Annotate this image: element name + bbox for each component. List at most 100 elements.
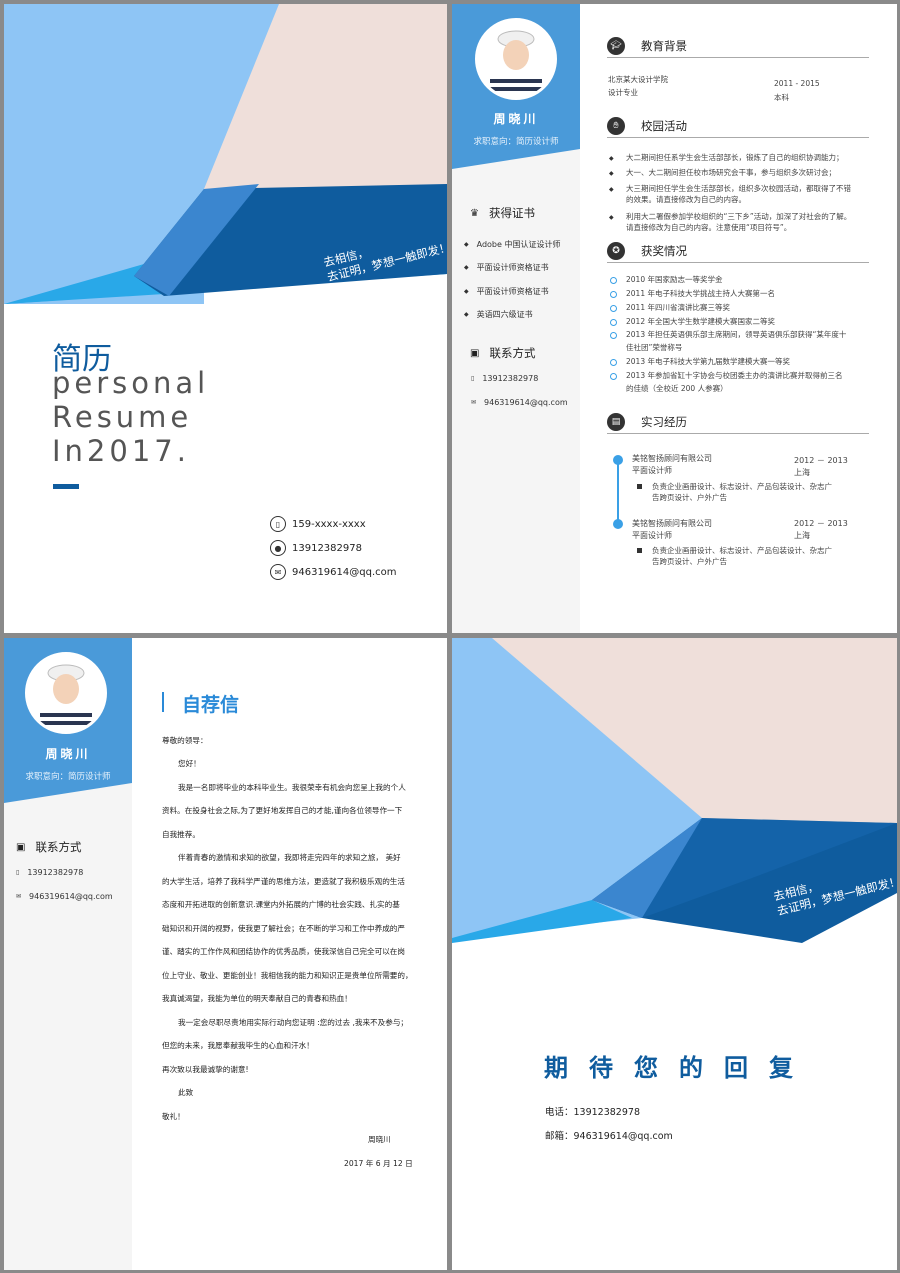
contact-card-icon: ▣ (16, 841, 26, 853)
back-background-shapes (452, 638, 897, 943)
letter-hello: 您好！ (178, 759, 201, 768)
cover-subtitle-line: personal (52, 366, 210, 400)
timeline-dot-icon (613, 455, 623, 465)
cert-text: 平面设计师资格证书 (476, 287, 549, 296)
section-title-text: 联系方式 (35, 840, 82, 854)
job-desc-cont: 告跨页设计、户外广告 (652, 557, 727, 566)
cert-item: ◆ Adobe 中国认证设计师 (464, 239, 560, 250)
award-dot-icon (610, 291, 617, 298)
award-item: 2012 年全国大学生数学建模大赛国家二等奖 (626, 317, 775, 326)
square-bullet-icon (637, 548, 642, 553)
job-desc: 负责企业画册设计、标志设计、产品包装设计、杂志广 (652, 546, 832, 555)
cover-contact-qq: ● 13912382978 (270, 540, 362, 556)
profile-intent: 求职意向：简历设计师 (25, 772, 111, 782)
job-years: 2012 － 2013 (794, 456, 848, 465)
qq-icon: ● (270, 540, 286, 556)
timeline-dot-icon (613, 519, 623, 529)
award-item: 2011 年电子科技大学挑战主持人大赛第一名 (626, 289, 775, 298)
award-dot-icon (610, 332, 617, 339)
job-city: 上海 (794, 531, 810, 540)
contact-text: 13912382978 (292, 542, 362, 554)
sidebar-email: ✉ 946319614@qq.com (471, 398, 568, 407)
cert-item: ◆ 平面设计师资格证书 (464, 286, 549, 297)
email-text: 946319614@qq.com (484, 398, 568, 407)
timeline-line (617, 458, 619, 524)
cover-letter-page: 周晓川 求职意向：简历设计师 ▣ 联系方式 ▯ 13912382978 ✉ 9463… (4, 638, 447, 1270)
section-title-text: 教育背景 (641, 38, 687, 53)
section-title-text: 实习经历 (641, 414, 687, 429)
cover-accent-bar (53, 484, 79, 489)
thanks-heading: 期待您的回复 (544, 1054, 814, 1082)
cover-subtitle-line: In2017. (52, 434, 190, 468)
letter-line: 伴着青春的激情和求知的欲望，我即将走完四年的求知之旅， 美好 (178, 853, 401, 862)
section-title-text: 联系方式 (489, 346, 536, 360)
cover-subtitle-line: Resume (52, 400, 193, 434)
email-text: 946319614@qq.com (29, 892, 113, 901)
square-bullet-icon (637, 484, 642, 489)
contact-text: 159-xxxx-xxxx (292, 518, 366, 530)
diamond-bullet-icon: ◆ (464, 288, 469, 295)
campus-section-title: ✋︎ 校园活动 (607, 114, 869, 138)
avatar (25, 652, 107, 734)
profile-name: 周晓川 (45, 747, 91, 761)
cover-background-shapes (4, 4, 447, 304)
award-dot-icon (610, 359, 617, 366)
letter-closing: 敬礼！ (162, 1112, 185, 1121)
job-role: 平面设计师 (632, 466, 672, 475)
sidebar-phone: ▯ 13912382978 (16, 868, 83, 877)
award-dot-icon (610, 277, 617, 284)
education-years: 2011 - 2015 (774, 79, 820, 88)
section-title-text: 校园活动 (641, 118, 687, 133)
award-dot-icon (610, 373, 617, 380)
education-section-title: 🎓︎ 教育背景 (607, 34, 869, 58)
section-title-text: 获奖情况 (641, 243, 687, 258)
phone-text: 13912382978 (482, 374, 539, 383)
diamond-bullet-icon: ◆ (464, 311, 469, 318)
contact-text: 946319614@qq.com (292, 566, 397, 578)
award-item-cont: 的佳绩（全校近 200 人参赛） (626, 384, 728, 393)
drop-bullet-icon: ◆ (609, 155, 614, 162)
letter-signature: 周晓川 (368, 1135, 391, 1144)
job-desc-cont: 告跨页设计、户外广告 (652, 493, 727, 502)
letter-title: 自荐信 (182, 694, 240, 716)
award-item: 2013 年担任英语俱乐部主席期间，领导英语俱乐部获得“某年度十 (626, 330, 847, 339)
mail-icon: ✉ (16, 893, 22, 900)
phone-icon: ▯ (270, 516, 286, 532)
contact-card-icon: ▣ (470, 347, 480, 359)
cert-text: 英语四六级证书 (476, 310, 533, 319)
back-phone: 电话：13912382978 (545, 1107, 640, 1118)
crown-icon: ♛ (470, 207, 479, 219)
title-accent-bar (162, 692, 164, 712)
campus-item: 大二期间担任系学生会生活部部长，锻炼了自己的组织协调能力； (626, 153, 844, 162)
campus-item: 大三期间担任学生会生活部部长，组织多次校园活动，都取得了不错 (626, 184, 851, 193)
award-item-cont: 佳社团”荣誉称号 (626, 343, 683, 352)
award-item: 2011 年四川省演讲比赛三等奖 (626, 303, 730, 312)
cert-text: Adobe 中国认证设计师 (476, 240, 561, 249)
sidebar-phone: ▯ 13912382978 (471, 374, 538, 383)
letter-line: 我是一名即将毕业的本科毕业生。我很荣幸有机会向您呈上我的个人 (178, 783, 406, 792)
letter-line: 谨、踏实的工作作风和团结协作的优秀品质，使我深信自己完全可以在岗 (162, 947, 405, 956)
hand-icon: ✋︎ (607, 116, 625, 135)
job-role: 平面设计师 (632, 531, 672, 540)
job-company: 美铭智扬顾问有限公司 (632, 454, 712, 463)
letter-line: 资料。在投身社会之际,为了更好地发挥自己的才能,谨向各位领导作一下 (162, 806, 403, 815)
briefcase-icon: ▤ (607, 412, 625, 431)
drop-bullet-icon: ◆ (609, 186, 614, 193)
award-item: 2010 年国家励志一等奖学金 (626, 275, 723, 284)
cert-section-title: ♛ 获得证书 (470, 205, 535, 221)
sidebar-email: ✉ 946319614@qq.com (16, 892, 113, 901)
drop-bullet-icon: ◆ (609, 214, 614, 221)
letter-line: 础知识和开阔的视野，使我更了解社会；在不断的学习和工作中养成的严 (162, 924, 405, 933)
campus-item-cont: 的效果。请直接修改为自己的内容。 (626, 195, 746, 204)
cert-item: ◆ 平面设计师资格证书 (464, 262, 549, 273)
profile-intent: 求职意向：简历设计师 (473, 137, 559, 147)
letter-line: 的大学生活，培养了我科学严谨的思维方法，更造就了我积极乐观的生活 (162, 877, 405, 886)
diamond-bullet-icon: ◆ (464, 264, 469, 271)
experience-section-title: ▤ 实习经历 (607, 410, 869, 434)
job-years: 2012 － 2013 (794, 519, 848, 528)
campus-item: 利用大二署假参加学校组织的“三下乡”活动，加深了对社会的了解。 (626, 212, 852, 221)
job-city: 上海 (794, 468, 810, 477)
letter-line: 态度和开拓进取的创新意识.课堂内外拓展的广博的社会实践、扎实的基 (162, 900, 400, 909)
contact-section-title: ▣ 联系方式 (470, 345, 535, 361)
phone-icon: ▯ (471, 375, 475, 382)
